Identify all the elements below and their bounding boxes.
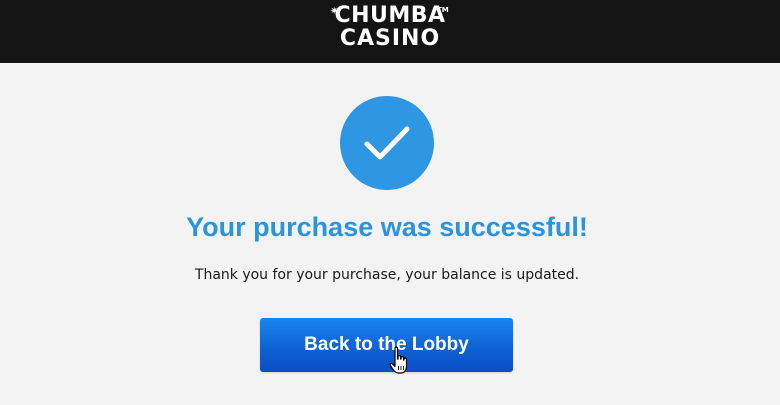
success-title: Your purchase was successful! — [186, 212, 588, 242]
chumba-casino-logo[interactable]: ✷ CHUMBA CASINO TM — [0, 4, 780, 50]
back-to-lobby-button[interactable]: Back to the Lobby — [260, 318, 513, 372]
logo-line-1: CHUMBA — [334, 3, 446, 28]
site-header: ✷ CHUMBA CASINO TM — [0, 0, 780, 63]
logo-trademark: TM — [437, 6, 449, 14]
purchase-confirmation-panel: Your purchase was successful! Thank you … — [0, 63, 780, 405]
success-checkmark-icon — [340, 96, 434, 190]
checkmark-icon — [364, 126, 410, 160]
logo-star-icon: ✷ — [330, 6, 339, 17]
logo-line-2: CASINO — [339, 26, 441, 51]
success-message: Thank you for your purchase, your balanc… — [194, 267, 580, 283]
